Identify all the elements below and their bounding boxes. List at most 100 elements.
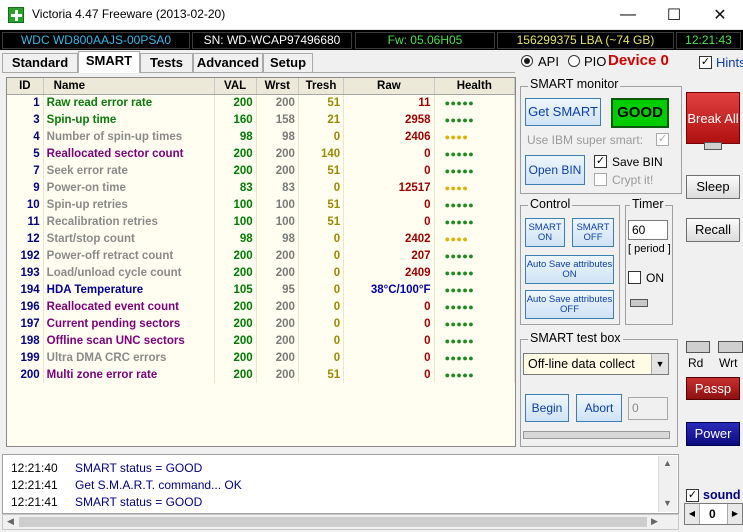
scroll-down-icon[interactable]: ▼: [663, 498, 672, 508]
passp-button[interactable]: Passp: [686, 377, 740, 400]
log-vertical-scrollbar[interactable]: ▲ ▼: [658, 456, 677, 512]
attr-id: 12: [7, 230, 44, 247]
maximize-button[interactable]: ☐: [651, 0, 697, 30]
log-horizontal-scrollbar[interactable]: ◀ ▶: [2, 514, 679, 530]
attr-worst: 200: [256, 264, 299, 281]
auto-save-on-button[interactable]: Auto Save attributes ON: [525, 255, 614, 284]
test-progress-field[interactable]: 0: [628, 397, 668, 420]
attr-raw: 38°C/100°F: [343, 281, 435, 298]
scroll-right-icon[interactable]: ▶: [651, 516, 658, 527]
table-row[interactable]: 1 Raw read error rate 200 200 51 11 ●●●●●: [7, 94, 516, 111]
timer-period-input[interactable]: 60: [628, 220, 668, 240]
test-type-select[interactable]: Off-line data collect ▼: [523, 353, 669, 375]
scroll-left-icon[interactable]: ◀: [7, 516, 14, 527]
sound-label: sound: [703, 488, 741, 502]
power-button[interactable]: Power: [686, 422, 740, 446]
table-row[interactable]: 7 Seek error rate 200 200 51 0 ●●●●●: [7, 162, 516, 179]
header-id[interactable]: ID: [7, 78, 44, 95]
crypt-label: Crypt it!: [612, 173, 654, 187]
attr-raw: 2409: [343, 264, 435, 281]
table-row[interactable]: 3 Spin-up time 160 158 21 2958 ●●●●●: [7, 111, 516, 128]
abort-test-button[interactable]: Abort: [576, 394, 622, 422]
timer-on-checkbox[interactable]: [628, 271, 641, 284]
table-row[interactable]: 193 Load/unload cycle count 200 200 0 2409 ●●●…: [7, 264, 516, 281]
table-row[interactable]: 192 Power-off retract count 200 200 0 207 ●●●●…: [7, 247, 516, 264]
ibm-super-smart-checkbox[interactable]: ✓: [656, 133, 669, 146]
pio-radio[interactable]: [568, 55, 580, 67]
attr-name: Load/unload cycle count: [43, 264, 215, 281]
table-row[interactable]: 4 Number of spin-up times 98 98 0 2406 ●●●●: [7, 128, 516, 145]
attr-worst: 98: [256, 230, 299, 247]
smart-off-button[interactable]: SMART OFF: [572, 218, 614, 247]
table-row[interactable]: 199 Ultra DMA CRC errors 200 200 0 0 ●●●●●: [7, 349, 516, 366]
chevron-down-icon[interactable]: ▼: [651, 354, 668, 374]
attr-health: ●●●●●: [434, 196, 516, 213]
table-row[interactable]: 196 Reallocated event count 200 200 0 0 ●●●●●: [7, 298, 516, 315]
test-progress-bar: [523, 431, 670, 439]
attr-raw: 0: [343, 162, 435, 179]
test-type-value: Off-line data collect: [528, 357, 635, 371]
attr-value: 160: [214, 111, 257, 128]
attr-id: 5: [7, 145, 44, 162]
tab-tests[interactable]: Tests: [140, 53, 193, 72]
attr-health: ●●●●●: [434, 281, 516, 298]
recall-button[interactable]: Recall: [686, 218, 740, 242]
header-health[interactable]: Health: [434, 78, 516, 95]
header-val[interactable]: VAL: [214, 78, 257, 95]
attr-value: 200: [214, 247, 257, 264]
header-name[interactable]: Name: [43, 78, 215, 95]
table-row[interactable]: 197 Current pending sectors 200 200 0 0 ●●●●●: [7, 315, 516, 332]
attr-worst: 200: [256, 315, 299, 332]
attr-raw: 0: [343, 298, 435, 315]
stepper-right-icon[interactable]: ▶: [727, 504, 742, 524]
header-tresh[interactable]: Tresh: [298, 78, 345, 95]
scroll-up-icon[interactable]: ▲: [663, 458, 672, 468]
table-row[interactable]: 12 Start/stop count 98 98 0 2402 ●●●●: [7, 230, 516, 247]
sound-checkbox[interactable]: ✓: [686, 489, 699, 502]
app-cross-icon: [8, 7, 24, 23]
get-smart-button[interactable]: Get SMART: [525, 98, 601, 126]
tab-setup[interactable]: Setup: [263, 53, 313, 72]
table-row[interactable]: 9 Power-on time 83 83 0 12517 ●●●●: [7, 179, 516, 196]
begin-test-button[interactable]: Begin: [525, 394, 569, 422]
table-row[interactable]: 198 Offline scan UNC sectors 200 200 0 0 ●●●●●: [7, 332, 516, 349]
smart-on-button[interactable]: SMART ON: [525, 218, 565, 247]
stepper-left-icon[interactable]: ◀: [685, 504, 700, 524]
header-raw[interactable]: Raw: [343, 78, 435, 95]
table-header-row: ID Name VAL Wrst Tresh Raw Health: [7, 78, 516, 95]
save-bin-checkbox[interactable]: ✓: [594, 155, 607, 168]
scroll-thumb[interactable]: [19, 517, 647, 527]
tab-smart[interactable]: SMART: [78, 51, 140, 73]
hints-checkbox[interactable]: ✓: [699, 56, 712, 69]
attr-health: ●●●●●: [434, 264, 516, 281]
attr-health: ●●●●●: [434, 366, 516, 383]
table-row[interactable]: 194 HDA Temperature 105 95 0 38°C/100°F ●●●●●: [7, 281, 516, 298]
close-button[interactable]: ✕: [697, 0, 743, 30]
attr-threshold: 0: [298, 230, 345, 247]
attr-threshold: 51: [298, 94, 345, 111]
table-row[interactable]: 5 Reallocated sector count 200 200 140 0 ●●●●●: [7, 145, 516, 162]
tab-advanced[interactable]: Advanced: [193, 53, 263, 72]
attr-worst: 200: [256, 145, 299, 162]
attr-health: ●●●●: [434, 230, 516, 247]
log-panel: 12:21:40 SMART status = GOOD 12:21:41 Ge…: [2, 454, 679, 514]
crypt-checkbox[interactable]: [594, 173, 607, 186]
attr-threshold: 0: [298, 315, 345, 332]
tab-standard[interactable]: Standard: [2, 53, 78, 72]
smart-test-box-title: SMART test box: [528, 331, 623, 345]
table-row[interactable]: 10 Spin-up retries 100 100 51 0 ●●●●●: [7, 196, 516, 213]
attr-name: Raw read error rate: [43, 94, 215, 111]
break-all-button[interactable]: Break All: [686, 92, 740, 144]
table-row[interactable]: 11 Recalibration retries 100 100 51 0 ●●●●●: [7, 213, 516, 230]
attr-raw: 2402: [343, 230, 435, 247]
attr-name: Start/stop count: [43, 230, 215, 247]
header-wrst[interactable]: Wrst: [256, 78, 299, 95]
table-row[interactable]: 200 Multi zone error rate 200 200 51 0 ●●●●●: [7, 366, 516, 383]
api-radio[interactable]: [521, 55, 533, 67]
open-bin-button[interactable]: Open BIN: [525, 155, 585, 185]
auto-save-off-button[interactable]: Auto Save attributes OFF: [525, 290, 614, 319]
sound-stepper[interactable]: ◀ 0 ▶: [684, 503, 743, 525]
attr-name: Multi zone error rate: [43, 366, 215, 383]
sleep-button[interactable]: Sleep: [686, 175, 740, 199]
minimize-button[interactable]: —: [605, 0, 651, 30]
